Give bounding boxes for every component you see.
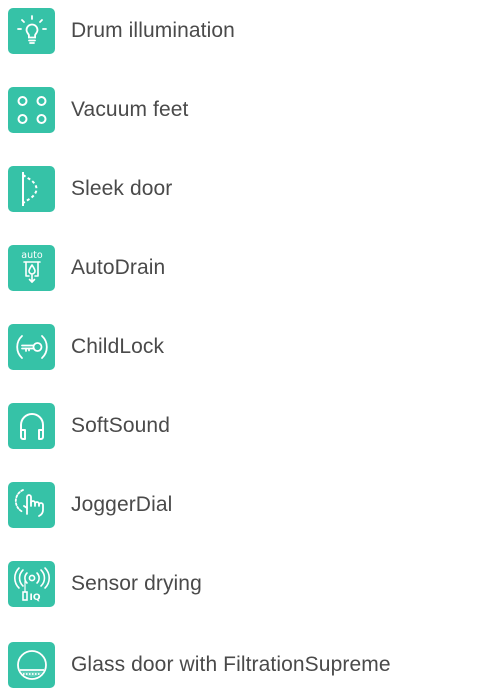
feature-sensor-drying: IQ Sensor drying	[8, 561, 202, 607]
feature-drum-illumination: Drum illumination	[8, 8, 235, 54]
feature-childlock: ChildLock	[8, 324, 164, 370]
feature-softsound: SoftSound	[8, 403, 170, 449]
sleek-door-icon	[8, 166, 55, 212]
feature-glass-door-filtrationsupreme: Glass door with FiltrationSupreme	[8, 642, 391, 688]
feature-label: SoftSound	[71, 414, 170, 437]
feature-vacuum-feet: Vacuum feet	[8, 87, 188, 133]
feature-label: ChildLock	[71, 335, 165, 358]
light-bulb-icon	[8, 8, 55, 54]
vacuum-feet-icon	[8, 87, 55, 133]
auto-drain-icon-text: auto	[21, 250, 43, 261]
feature-label: Drum illumination	[71, 19, 235, 42]
feature-joggerdial: JoggerDial	[8, 482, 172, 528]
feature-label: Glass door with FiltrationSupreme	[71, 653, 391, 676]
feature-autodrain: auto AutoDrain	[8, 245, 165, 291]
headphones-icon	[8, 403, 55, 449]
feature-label: Sensor drying	[71, 572, 202, 595]
child-lock-key-icon	[8, 324, 55, 370]
feature-sleek-door: Sleek door	[8, 166, 172, 212]
feature-label: Sleek door	[71, 177, 173, 200]
feature-label: JoggerDial	[71, 493, 173, 516]
feature-label: AutoDrain	[71, 256, 166, 279]
sensor-iq-text: IQ	[29, 593, 40, 603]
feature-label: Vacuum feet	[71, 98, 189, 121]
glass-door-filter-icon	[8, 642, 55, 688]
jogger-dial-hand-icon	[8, 482, 55, 528]
sensor-signal-icon: IQ	[8, 561, 55, 607]
auto-drain-icon: auto	[8, 245, 55, 291]
